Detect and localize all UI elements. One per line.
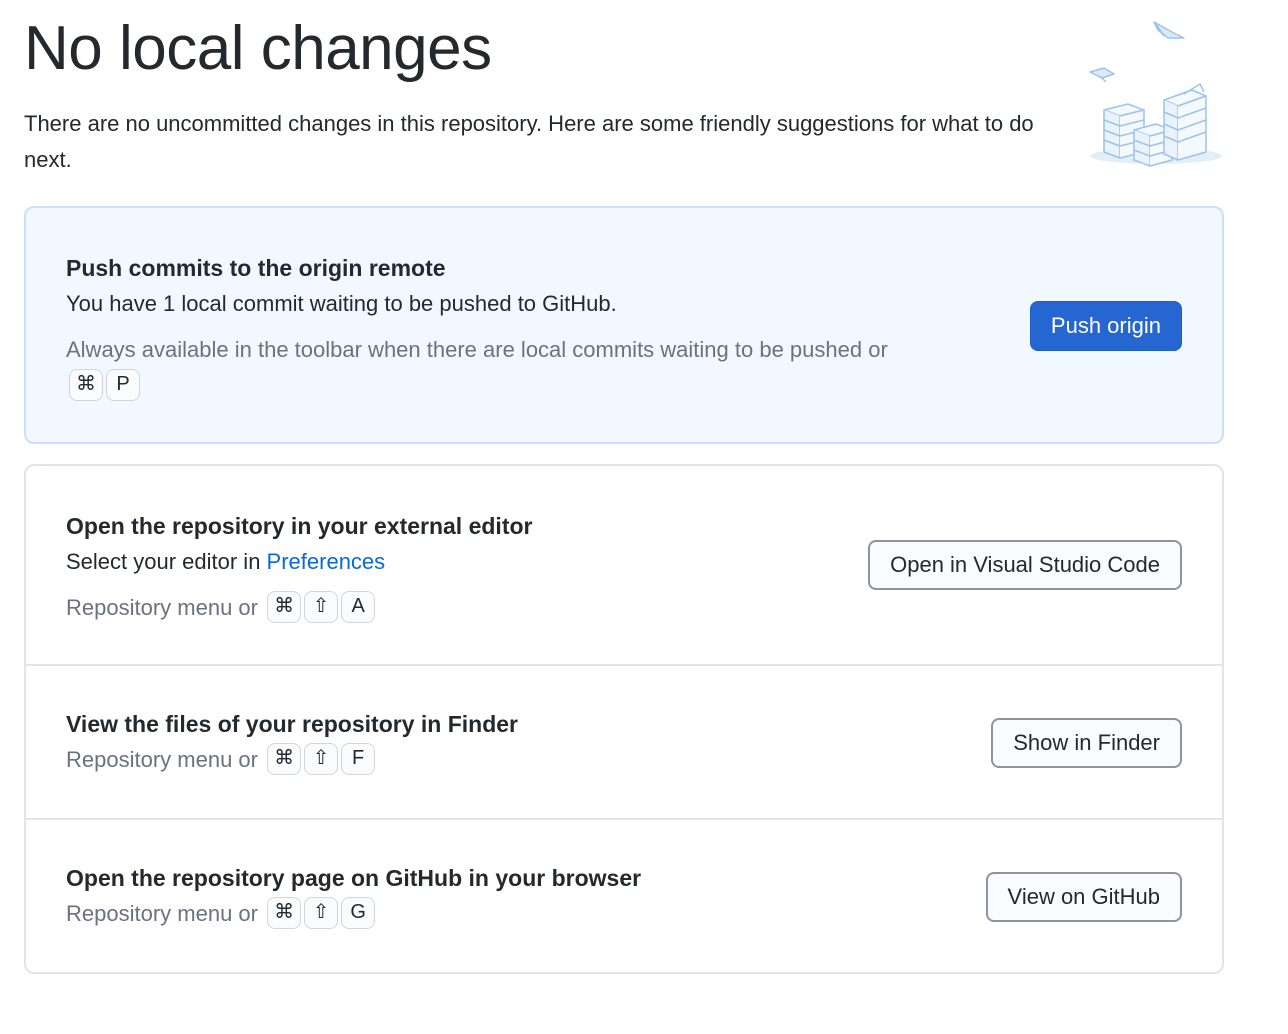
shortcut-key-f: F <box>341 743 376 776</box>
push-origin-button[interactable]: Push origin <box>1029 301 1182 351</box>
page-title: No local changes <box>24 14 492 83</box>
suggestions-list: Open the repository in your external edi… <box>24 464 1224 974</box>
show-in-finder-hint: Repository menu or ⌘ ⇧ F <box>66 742 518 778</box>
push-suggestion-description: You have 1 local commit waiting to be pu… <box>66 291 617 316</box>
push-suggestion-card: Push commits to the origin remote You ha… <box>24 206 1224 444</box>
command-key-icon: ⌘ <box>267 743 302 776</box>
page-header: No local changes There are no uncommitte… <box>24 14 1064 178</box>
open-editor-hint: Repository menu or ⌘ ⇧ A <box>66 590 532 626</box>
view-on-github-hint-text: Repository menu or <box>66 901 258 926</box>
push-hint-text: Always available in the toolbar when the… <box>66 337 888 362</box>
push-suggestion-text: Push commits to the origin remote You ha… <box>66 250 926 404</box>
preferences-link[interactable]: Preferences <box>267 549 386 574</box>
open-editor-description-prefix: Select your editor in <box>66 549 267 574</box>
open-editor-title: Open the repository in your external edi… <box>66 513 533 539</box>
command-key-icon: ⌘ <box>267 591 302 624</box>
paper-stacks-illustration <box>1080 14 1230 174</box>
show-in-finder-suggestion: View the files of your repository in Fin… <box>26 664 1222 818</box>
open-in-vscode-button[interactable]: Open in Visual Studio Code <box>868 540 1182 590</box>
open-editor-text: Open the repository in your external edi… <box>66 508 532 626</box>
open-editor-description: Select your editor in Preferences <box>66 544 532 580</box>
push-suggestion-hint: Always available in the toolbar when the… <box>66 332 926 404</box>
show-in-finder-text: View the files of your repository in Fin… <box>66 706 518 778</box>
view-on-github-title: Open the repository page on GitHub in yo… <box>66 865 642 891</box>
command-key-icon: ⌘ <box>69 369 103 402</box>
show-in-finder-title: View the files of your repository in Fin… <box>66 711 518 737</box>
open-editor-hint-text: Repository menu or <box>66 595 258 620</box>
shortcut-key-a: A <box>341 591 376 624</box>
view-on-github-text: Open the repository page on GitHub in yo… <box>66 860 641 932</box>
view-on-github-hint: Repository menu or ⌘ ⇧ G <box>66 896 641 932</box>
push-suggestion-title: Push commits to the origin remote <box>66 255 446 281</box>
shortcut-key-g: G <box>341 897 376 930</box>
open-editor-suggestion: Open the repository in your external edi… <box>26 466 1222 664</box>
shift-key-icon: ⇧ <box>304 743 339 776</box>
view-on-github-suggestion: Open the repository page on GitHub in yo… <box>26 818 1222 972</box>
show-in-finder-button[interactable]: Show in Finder <box>991 718 1182 768</box>
page-description: There are no uncommitted changes in this… <box>24 111 1034 172</box>
shift-key-icon: ⇧ <box>304 897 339 930</box>
shift-key-icon: ⇧ <box>304 591 339 624</box>
shortcut-key-p: P <box>106 369 140 402</box>
view-on-github-button[interactable]: View on GitHub <box>985 872 1182 922</box>
command-key-icon: ⌘ <box>267 897 302 930</box>
show-in-finder-hint-text: Repository menu or <box>66 747 258 772</box>
